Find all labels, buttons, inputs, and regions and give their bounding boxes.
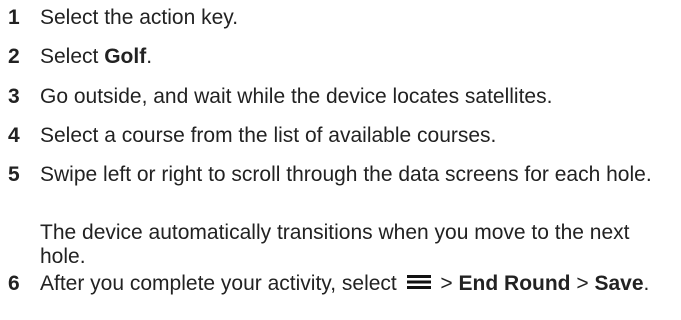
save-label: Save [594, 272, 644, 295]
step-text-pre: After you complete your activity, select [40, 272, 403, 295]
step-number: 3 [8, 85, 20, 108]
step-text: Select a course from the list of availab… [40, 124, 497, 147]
menu-icon [406, 275, 431, 289]
step-text: After you complete your activity, select… [40, 272, 649, 295]
step-1: 1 Select the action key. [0, 6, 681, 30]
step-text-pre: Select [40, 45, 105, 68]
step-5: 5 Swipe left or right to scroll through … [0, 163, 660, 187]
step-number: 1 [8, 6, 20, 29]
step-number: 2 [8, 45, 20, 68]
step-number: 6 [8, 272, 20, 295]
step-text-post: . [146, 45, 153, 68]
step-5-note: The device automatically transitions whe… [40, 221, 630, 268]
end-round-label: End Round [458, 272, 571, 295]
step-4: 4 Select a course from the list of avail… [0, 124, 681, 148]
golf-label: Golf [104, 45, 147, 68]
step-2: 2 Select Golf. [0, 45, 681, 69]
step-text-post: . [643, 272, 650, 295]
step-text: Select Golf. [40, 45, 152, 68]
step-text: Select the action key. [40, 6, 239, 29]
step-3: 3 Go outside, and wait while the device … [0, 85, 681, 109]
step-text: Swipe left or right to scroll through th… [40, 163, 652, 186]
step-number: 4 [8, 124, 20, 147]
separator: > [434, 272, 459, 295]
step-number: 5 [8, 163, 20, 186]
step-6: 6 After you complete your activity, sele… [0, 272, 681, 296]
separator: > [570, 272, 595, 295]
step-text: Go outside, and wait while the device lo… [40, 85, 553, 108]
